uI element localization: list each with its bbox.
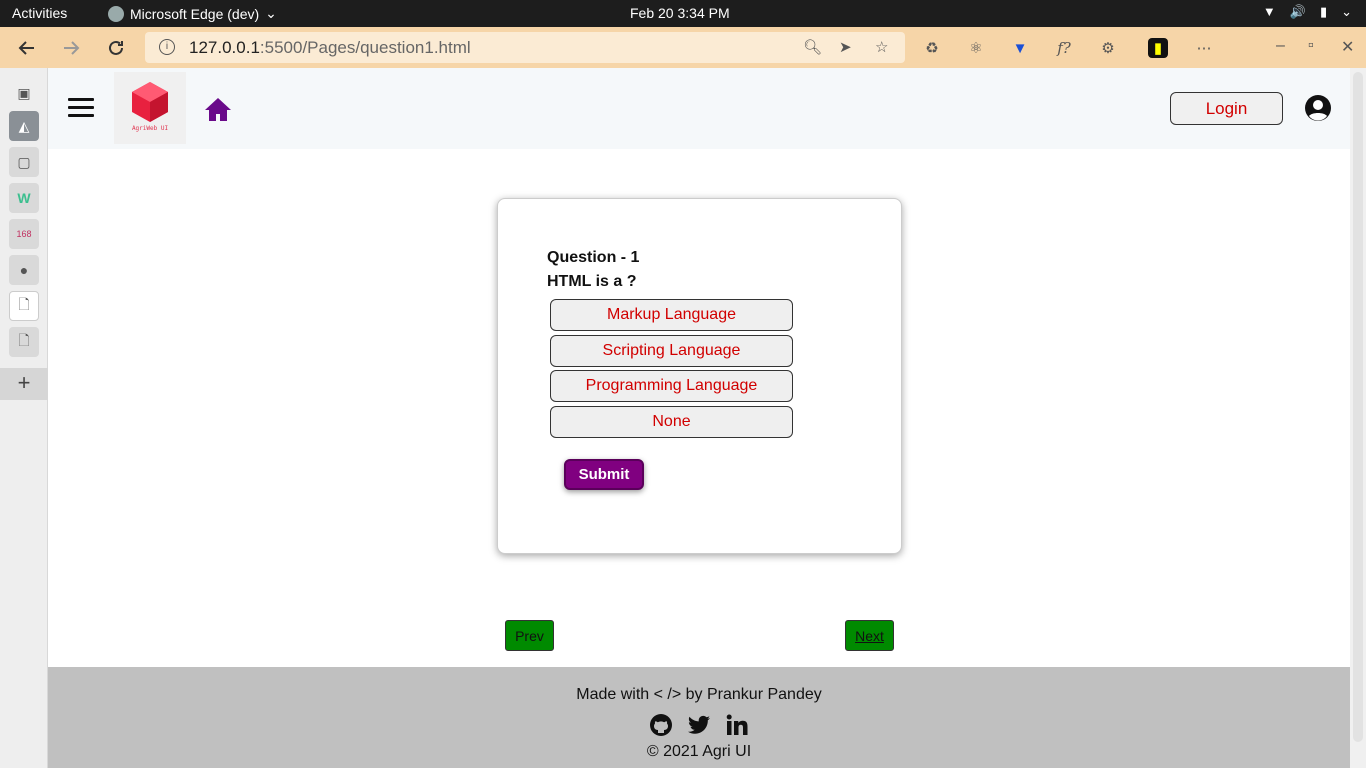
edge-icon [108, 5, 124, 22]
tab-actions-icon[interactable]: ▣ [9, 78, 39, 108]
forward-arrow-icon [64, 41, 80, 55]
option-programming-language[interactable]: Programming Language [550, 370, 793, 402]
info-icon[interactable]: i [159, 39, 175, 55]
home-icon[interactable] [204, 96, 232, 122]
tab-3[interactable]: W [9, 183, 39, 213]
question-number: Question - 1 [547, 249, 640, 266]
footer-copyright: © 2021 Agri UI [646, 743, 752, 760]
new-tab-button[interactable]: + [0, 368, 48, 400]
maximize-button[interactable]: ▫ [1308, 37, 1314, 55]
github-icon[interactable] [649, 713, 673, 737]
extensions-icon[interactable]: ⚙ [1098, 38, 1118, 58]
forward-button[interactable] [58, 35, 84, 61]
volume-icon: 🔊 [1289, 4, 1306, 19]
hexagon-logo-icon [132, 82, 168, 122]
system-tray[interactable]: ▼ 🔊 ▮ ⌄ [1263, 4, 1352, 20]
twitter-icon[interactable] [687, 713, 711, 737]
login-button[interactable]: Login [1170, 92, 1283, 125]
next-button[interactable]: Next [845, 620, 894, 651]
prev-button[interactable]: Prev [505, 620, 554, 651]
active-tab[interactable]: 🗋 [9, 291, 39, 321]
function-extension-icon[interactable]: f? [1054, 38, 1074, 58]
social-links [48, 713, 1350, 737]
option-none[interactable]: None [550, 406, 793, 438]
refresh-icon [109, 40, 123, 55]
vue-extension-icon[interactable]: ▼ [1010, 38, 1030, 58]
site-header: AgriWeb UI Login [48, 68, 1350, 149]
app-name: Microsoft Edge (dev) [130, 5, 260, 22]
footer-credit: Made with < /> by Prankur Pandey [576, 686, 822, 703]
logo-text: AgriWeb UI [131, 125, 169, 132]
page-scrollbar[interactable] [1350, 68, 1366, 768]
react-extension-icon[interactable]: ⚛ [966, 38, 986, 58]
url-text[interactable]: 127.0.0.1:5500/Pages/question1.html [189, 38, 471, 58]
zoom-icon[interactable]: 🔍︎ [803, 38, 822, 56]
option-scripting-language[interactable]: Scripting Language [550, 335, 793, 367]
tab-1[interactable]: ◭ [9, 111, 39, 141]
linkedin-icon[interactable] [725, 713, 749, 737]
more-menu-icon[interactable]: ⋯ [1194, 38, 1214, 58]
profile-icon[interactable]: ▮ [1148, 38, 1168, 58]
back-arrow-icon [18, 41, 34, 55]
app-menu[interactable]: Microsoft Edge (dev) ⌄ [108, 5, 277, 22]
github-tab-icon[interactable]: ● [9, 255, 39, 285]
add-favorite-icon[interactable]: ☆ [875, 38, 888, 56]
minimize-button[interactable]: – [1276, 37, 1285, 55]
close-window-button[interactable]: ✕ [1341, 37, 1354, 57]
vertical-tab-strip: ▣ ◭ ▢ W 168 ● 🗋 🗋 + [0, 68, 48, 768]
page-viewport: AgriWeb UI Login Question - 1 HTML is a … [48, 68, 1350, 768]
battery-icon: ▮ [1319, 4, 1328, 19]
submit-button[interactable]: Submit [564, 459, 644, 490]
user-account-icon[interactable] [1304, 94, 1332, 122]
tab-6[interactable]: 🗋 [9, 327, 39, 357]
address-bar[interactable]: i 127.0.0.1:5500/Pages/question1.html 🔍︎… [145, 32, 905, 63]
browser-toolbar: i 127.0.0.1:5500/Pages/question1.html 🔍︎… [0, 27, 1366, 68]
recycle-extension-icon[interactable]: ♻ [922, 38, 942, 58]
refresh-button[interactable] [103, 35, 129, 61]
os-top-bar: Activities Microsoft Edge (dev) ⌄ Feb 20… [0, 0, 1366, 27]
tab-2[interactable]: ▢ [9, 147, 39, 177]
chevron-down-icon: ⌄ [265, 5, 277, 21]
send-icon[interactable]: ➤ [839, 38, 852, 56]
site-logo[interactable]: AgriWeb UI [114, 72, 186, 144]
hamburger-menu-icon[interactable] [68, 98, 94, 118]
chevron-down-icon: ⌄ [1341, 4, 1352, 19]
back-button[interactable] [14, 35, 40, 61]
scrollbar-thumb[interactable] [1353, 72, 1363, 742]
question-card: Question - 1 HTML is a ? Markup Language… [497, 198, 902, 554]
activities-button[interactable]: Activities [12, 5, 67, 21]
question-text: HTML is a ? [547, 273, 637, 290]
clock[interactable]: Feb 20 3:34 PM [630, 5, 730, 21]
wifi-icon: ▼ [1262, 4, 1276, 19]
option-markup-language[interactable]: Markup Language [550, 299, 793, 331]
tab-4[interactable]: 168 [9, 219, 39, 249]
site-footer: Made with < /> by Prankur Pandey © 2021 … [48, 667, 1350, 768]
